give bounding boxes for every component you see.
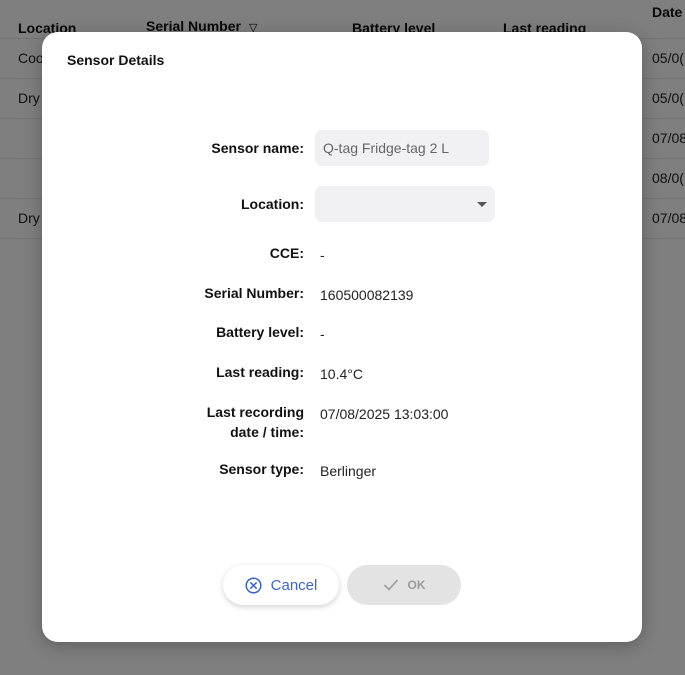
cancel-button-label: Cancel [270, 576, 318, 594]
cce-value: - [320, 247, 325, 263]
check-icon [383, 579, 398, 591]
serial-number-value: 160500082139 [320, 287, 414, 303]
dialog-title: Sensor Details [67, 52, 165, 68]
last-recording-label-line2: date / time: [230, 424, 304, 440]
circle-x-icon [245, 576, 262, 594]
sensor-type-label: Sensor type: [219, 461, 304, 477]
sensor-details-dialog: Sensor Details Sensor name: Location: CC… [42, 32, 642, 642]
sensor-type-value: Berlinger [320, 463, 377, 479]
last-recording-label: Last recording date / time: [104, 402, 304, 442]
sensor-name-input[interactable] [315, 130, 489, 166]
cce-label: CCE: [269, 245, 304, 261]
location-label: Location: [241, 196, 304, 212]
battery-level-label: Battery level: [216, 324, 304, 340]
sensor-name-label: Sensor name: [211, 140, 304, 156]
last-reading-value: 10.4°C [320, 366, 363, 382]
ok-button[interactable]: OK [347, 565, 461, 605]
last-recording-label-line1: Last recording [206, 404, 304, 420]
location-select[interactable] [315, 186, 495, 222]
last-reading-label: Last reading: [216, 364, 304, 380]
last-recording-value: 07/08/2025 13:03:00 [320, 406, 449, 422]
caret-down-icon [477, 202, 487, 207]
serial-number-label: Serial Number: [204, 285, 304, 301]
cancel-button[interactable]: Cancel [223, 565, 339, 605]
ok-button-label: OK [407, 578, 426, 592]
battery-level-value: - [320, 326, 325, 342]
